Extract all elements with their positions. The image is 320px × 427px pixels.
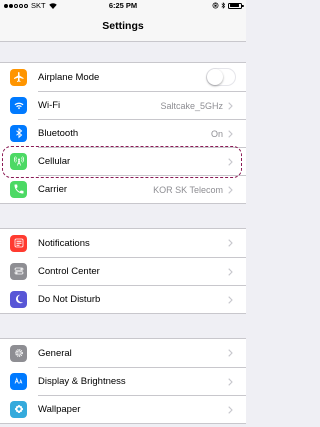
settings-row-label: Display & Brightness	[38, 376, 126, 387]
settings-group-notifications: Notifications Control Center Do Not Dist…	[0, 228, 246, 314]
control-center-icon	[10, 262, 27, 280]
chevron-right-icon	[228, 349, 236, 357]
battery-level	[229, 4, 239, 7]
settings-row-display-brightness[interactable]: Display & Brightness	[0, 367, 246, 395]
chevron-right-icon	[228, 267, 236, 276]
settings-row-label: General	[38, 347, 72, 359]
settings-row-label: Airplane Mode	[38, 71, 100, 83]
chevron-right-icon	[228, 129, 236, 138]
bluetooth-status-value: On	[210, 128, 223, 139]
battery-icon	[228, 2, 244, 9]
settings-row-label: Control Center	[38, 266, 100, 277]
nav-bar: Settings	[0, 11, 246, 42]
settings-row-label: Do Not Disturb	[38, 294, 101, 305]
chevron-right-icon	[228, 101, 236, 110]
display-brightness-icon	[10, 372, 27, 390]
chevron-right-icon	[228, 239, 236, 247]
orientation-lock-icon	[212, 2, 219, 9]
notifications-icon	[10, 234, 27, 252]
status-bar-time: 6:25 PM	[108, 1, 138, 10]
settings-group-connectivity: Airplane Mode Wi-Fi Saltcake_5GHz Blueto…	[0, 62, 246, 204]
settings-row-bluetooth[interactable]: Bluetooth On	[0, 119, 246, 147]
airplane-mode-toggle[interactable]	[206, 68, 236, 86]
status-bar: SKT 6:25 PM	[0, 0, 246, 11]
wifi-icon	[10, 96, 27, 114]
phone-icon	[10, 180, 27, 198]
settings-row-label: Cellular	[38, 156, 71, 167]
chevron-right-icon	[228, 295, 236, 304]
wifi-network-value: Saltcake_5GHz	[160, 100, 223, 111]
wallpaper-icon	[10, 400, 27, 418]
settings-row-wifi[interactable]: Wi-Fi Saltcake_5GHz	[0, 91, 246, 119]
chevron-right-icon	[228, 157, 236, 166]
toggle-knob	[207, 69, 223, 85]
settings-group-general: General Display & Brightness Wallpaper	[0, 338, 246, 424]
settings-row-notifications[interactable]: Notifications	[0, 229, 246, 257]
moon-icon	[10, 290, 27, 308]
airplane-icon	[10, 68, 27, 86]
carrier-value: KOR SK Telecom	[153, 184, 223, 195]
chevron-right-icon	[228, 405, 236, 414]
settings-row-wallpaper[interactable]: Wallpaper	[0, 395, 246, 423]
settings-row-label: Notifications	[38, 237, 90, 249]
settings-row-general[interactable]: General	[0, 339, 246, 367]
settings-row-cellular[interactable]: Cellular	[0, 147, 246, 175]
settings-row-label: Carrier	[38, 184, 68, 195]
settings-row-label: Bluetooth	[38, 128, 79, 139]
chevron-right-icon	[228, 377, 236, 386]
cellular-antenna-icon	[10, 152, 27, 170]
settings-row-do-not-disturb[interactable]: Do Not Disturb	[0, 285, 246, 313]
chevron-right-icon	[228, 185, 236, 194]
gear-icon	[10, 344, 27, 362]
settings-row-control-center[interactable]: Control Center	[0, 257, 246, 285]
settings-row-airplane-mode: Airplane Mode	[0, 63, 246, 91]
status-bar-right	[212, 0, 244, 11]
settings-row-label: Wallpaper	[38, 404, 81, 415]
settings-row-label: Wi-Fi	[38, 100, 61, 111]
page-title: Settings	[102, 20, 144, 32]
settings-row-carrier[interactable]: Carrier KOR SK Telecom	[0, 175, 246, 203]
bluetooth-icon	[10, 124, 27, 142]
bluetooth-status-icon	[221, 2, 226, 9]
